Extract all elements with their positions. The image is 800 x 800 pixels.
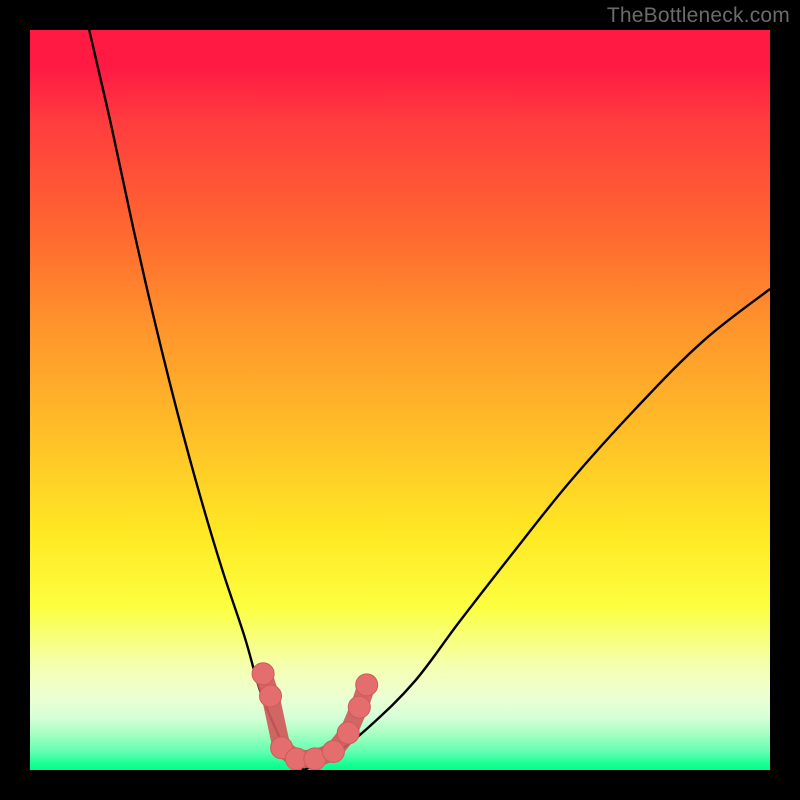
plot-area (30, 30, 770, 770)
bottleneck-curve-right (304, 289, 770, 770)
watermark-text: TheBottleneck.com (607, 4, 790, 28)
marker-dot (356, 674, 378, 696)
marker-dot (322, 741, 344, 763)
chart-frame: TheBottleneck.com (0, 0, 800, 800)
marker-dot (260, 685, 282, 707)
bottleneck-curve-left (89, 30, 304, 770)
marker-dot (348, 696, 370, 718)
curve-layer (30, 30, 770, 770)
marker-dot (252, 663, 274, 685)
marker-dot (337, 722, 359, 744)
